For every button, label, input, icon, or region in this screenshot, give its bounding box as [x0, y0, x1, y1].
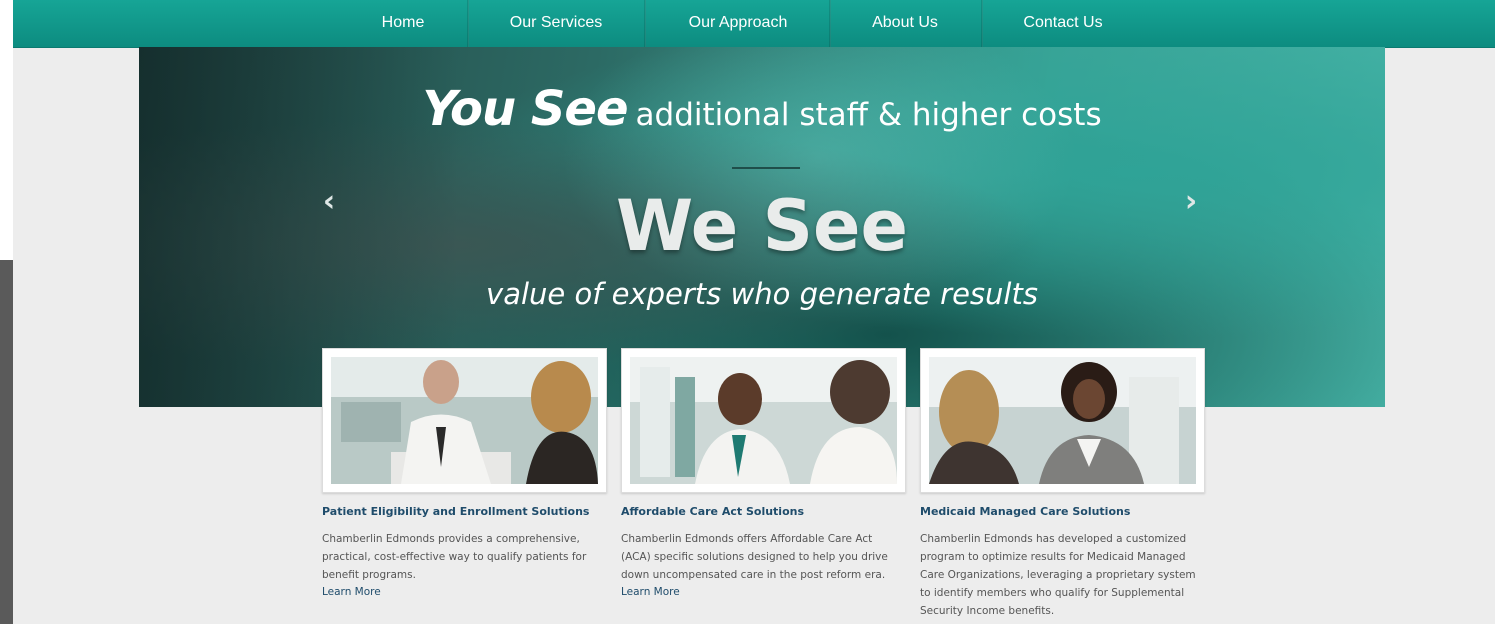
card-description: Chamberlin Edmonds has developed a custo…	[920, 533, 1196, 617]
nav-divider	[829, 0, 831, 47]
card-description: Chamberlin Edmonds offers Affordable Car…	[621, 533, 888, 581]
card-title[interactable]: Medicaid Managed Care Solutions	[920, 505, 1203, 518]
card-image-frame	[322, 348, 607, 493]
nav-item-our-approach[interactable]: Our Approach	[663, 0, 813, 47]
card-photo[interactable]	[331, 357, 598, 484]
hero-headline-text: additional staff & higher costs	[635, 97, 1102, 133]
card-image-frame	[920, 348, 1205, 493]
hero-subtitle: value of experts who generate results	[486, 277, 1038, 311]
card-description: Chamberlin Edmonds provides a comprehens…	[322, 533, 587, 581]
nav-item-our-services[interactable]: Our Services	[483, 0, 629, 47]
card-title[interactable]: Affordable Care Act Solutions	[621, 505, 904, 518]
nav-item-home[interactable]: Home	[363, 0, 443, 47]
nav-divider	[467, 0, 469, 47]
learn-more-link[interactable]: Learn More	[322, 586, 605, 598]
card-title[interactable]: Patient Eligibility and Enrollment Solut…	[322, 505, 605, 518]
hero-headline: You See additional staff & higher costs	[139, 81, 1385, 137]
main-nav: Home Our Services Our Approach About Us …	[13, 0, 1495, 48]
slider-prev-arrow-icon[interactable]: ‹	[314, 187, 344, 217]
learn-more-link[interactable]: Learn More	[621, 586, 904, 598]
nav-item-contact-us[interactable]: Contact Us	[1003, 0, 1123, 47]
card-photo[interactable]	[929, 357, 1196, 484]
hero-divider	[732, 167, 800, 169]
service-card: Affordable Care Act Solutions Chamberlin…	[621, 348, 906, 598]
service-card: Medicaid Managed Care Solutions Chamberl…	[920, 348, 1205, 620]
hero-headline-emphasis: You See	[422, 81, 628, 137]
nav-divider	[981, 0, 983, 47]
left-edge-strip	[0, 0, 13, 260]
slider-next-arrow-icon[interactable]: ›	[1176, 187, 1206, 217]
nav-divider	[644, 0, 646, 47]
card-photo[interactable]	[630, 357, 897, 484]
service-card: Patient Eligibility and Enrollment Solut…	[322, 348, 607, 598]
nav-item-about-us[interactable]: About Us	[853, 0, 957, 47]
card-image-frame	[621, 348, 906, 493]
left-edge-dark-strip	[0, 260, 13, 624]
